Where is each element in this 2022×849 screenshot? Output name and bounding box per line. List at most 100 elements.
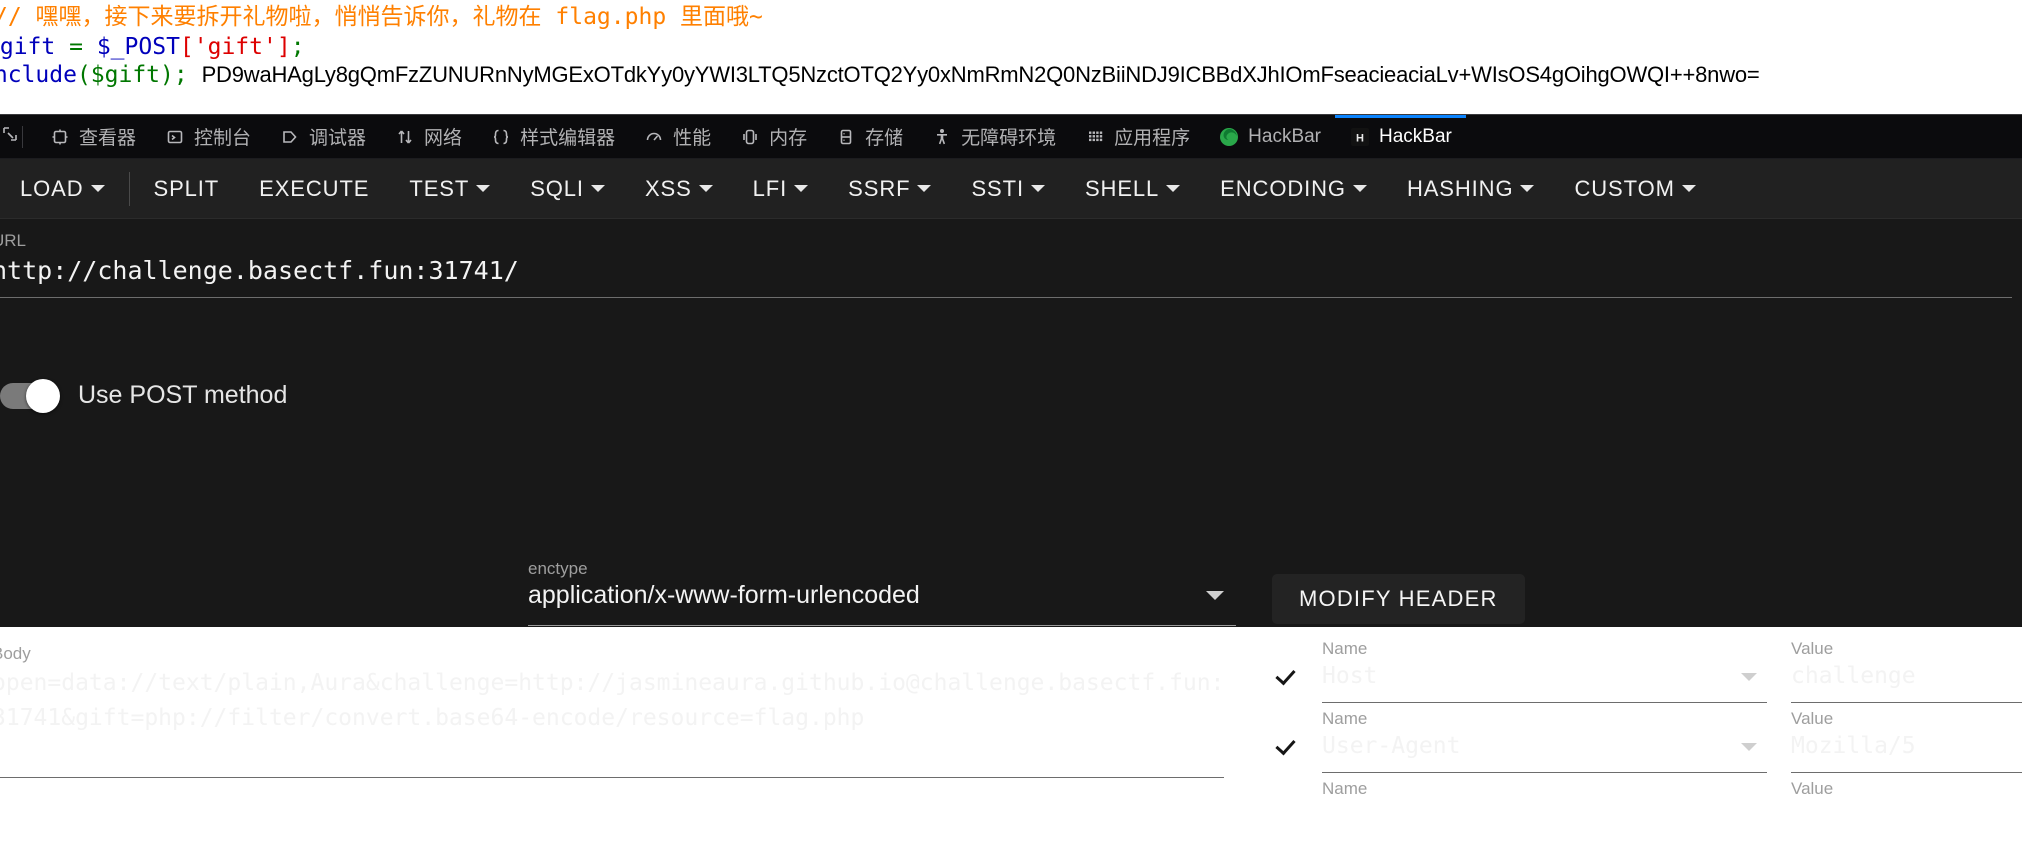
devtools-tab-firefox[interactable]: HackBar bbox=[1204, 115, 1335, 158]
header-name-label: Name bbox=[1322, 639, 1368, 658]
php-include-argument: ($gift); bbox=[76, 62, 188, 88]
devtools-tab-application[interactable]: 应用程序 bbox=[1070, 115, 1204, 158]
network-icon bbox=[394, 126, 416, 148]
use-post-method-toggle-group[interactable]: Use POST method bbox=[0, 378, 288, 413]
accessibility-icon bbox=[931, 126, 953, 148]
devtools-tab-hackbar[interactable]: H HackBar bbox=[1335, 115, 1466, 158]
devtools-tab-storage[interactable]: 存储 bbox=[821, 115, 917, 158]
header-value-input[interactable]: Mozilla/5 bbox=[1791, 733, 2022, 765]
header-value-label: Value bbox=[1791, 709, 1834, 728]
php-comment-text: // 嘿嘿，接下来要拆开礼物啦，悄悄告诉你，礼物在 flag.php 里面哦~ bbox=[0, 4, 763, 30]
chevron-down-icon[interactable] bbox=[698, 185, 713, 192]
header-value-column: Value Mozilla/5 bbox=[1791, 709, 2022, 773]
style-editor-icon bbox=[490, 126, 512, 148]
chevron-down-icon[interactable] bbox=[917, 185, 932, 192]
header-enabled-checkbox[interactable] bbox=[1272, 663, 1298, 689]
devtools-tab-performance[interactable]: 性能 bbox=[629, 115, 725, 158]
chevron-down-icon[interactable] bbox=[1741, 743, 1757, 751]
element-picker-icon[interactable] bbox=[0, 124, 20, 149]
header-row: Name Host Value challenge bbox=[1272, 639, 2022, 709]
php-comment-line: // 嘿嘿，接下来要拆开礼物啦，悄悄告诉你，礼物在 flag.php 里面哦~ bbox=[0, 4, 763, 30]
url-input[interactable]: http://challenge.basectf.fun:31741/ bbox=[0, 253, 2012, 293]
php-array-key-gift: ['gift'] bbox=[179, 34, 291, 60]
base64-output-text: PD9waHAgLy8gQmFzZUNURnNyMGExOTdkYy0yYWI3… bbox=[201, 62, 1760, 87]
chevron-down-icon[interactable] bbox=[90, 185, 105, 192]
devtools-tab-memory[interactable]: 内存 bbox=[725, 115, 821, 158]
header-name-label: Name bbox=[1322, 779, 1368, 798]
performance-icon bbox=[643, 126, 665, 148]
hackbar-menu-encoding[interactable]: ENCODING bbox=[1200, 159, 1387, 218]
header-value-input[interactable]: challenge bbox=[1791, 663, 2022, 695]
php-include-keyword: include bbox=[0, 62, 77, 88]
devtools-tab-label: HackBar bbox=[1379, 125, 1452, 147]
devtools-tabstrip: 查看器 控制台 调试器 网络 样式编辑器 性能 内存 存储 无障碍环境 应用程序 HackBar H H… bbox=[0, 115, 2022, 159]
use-post-method-switch[interactable] bbox=[0, 378, 60, 413]
hackbar-menu-xss[interactable]: XSS bbox=[625, 159, 733, 218]
php-assignment-line: $gift = $_POST['gift']; bbox=[0, 34, 305, 60]
hackbar-menu-shell[interactable]: SHELL bbox=[1065, 159, 1200, 218]
devtools-tab-style-editor[interactable]: 样式编辑器 bbox=[476, 115, 629, 158]
hackbar-menu-custom[interactable]: CUSTOM bbox=[1554, 159, 1715, 218]
inspector-icon bbox=[49, 126, 71, 148]
chevron-down-icon[interactable] bbox=[1352, 185, 1367, 192]
hackbar-menu-sqli[interactable]: SQLI bbox=[510, 159, 625, 218]
menubar-divider bbox=[128, 171, 130, 206]
hackbar-menu-label: XSS bbox=[644, 175, 692, 201]
hackbar-menu-hashing[interactable]: HASHING bbox=[1387, 159, 1555, 218]
chevron-down-icon[interactable] bbox=[590, 185, 605, 192]
devtools-tab-inspector[interactable]: 查看器 bbox=[35, 115, 150, 158]
chevron-down-icon[interactable] bbox=[1681, 185, 1696, 192]
hackbar-menu-split[interactable]: SPLIT bbox=[134, 159, 240, 218]
debugger-icon bbox=[279, 126, 301, 148]
application-icon bbox=[1084, 126, 1106, 148]
devtools-tab-label: 存储 bbox=[865, 128, 904, 149]
chevron-down-icon[interactable] bbox=[1741, 673, 1757, 681]
hackbar-menubar: LOAD SPLIT EXECUTE TEST SQLI XSS LFI SSRF SSTI SH… bbox=[0, 159, 2022, 219]
header-enabled-checkbox[interactable] bbox=[1272, 733, 1298, 759]
hackbar-menu-label: SSTI bbox=[971, 175, 1024, 201]
hackbar-menu-ssrf[interactable]: SSRF bbox=[828, 159, 951, 218]
hackbar-menu-label: HASHING bbox=[1406, 175, 1514, 201]
devtools-tab-label: 内存 bbox=[769, 128, 808, 149]
devtools-tab-debugger[interactable]: 调试器 bbox=[265, 115, 380, 158]
web-page-content: // 嘿嘿，接下来要拆开礼物啦，悄悄告诉你，礼物在 flag.php 里面哦~ … bbox=[0, 0, 2022, 114]
devtools-tab-accessibility[interactable]: 无障碍环境 bbox=[917, 115, 1070, 158]
devtools-tab-label: 控制台 bbox=[194, 128, 252, 149]
hackbar-menu-ssti[interactable]: SSTI bbox=[951, 159, 1065, 218]
chevron-down-icon[interactable] bbox=[476, 185, 491, 192]
hackbar-menu-load[interactable]: LOAD bbox=[0, 159, 125, 218]
enctype-select-value[interactable]: application/x-www-form-urlencoded bbox=[528, 581, 920, 610]
hackbar-menu-test[interactable]: TEST bbox=[389, 159, 510, 218]
header-name-column: Name User-Agent bbox=[1322, 709, 1767, 773]
body-textarea[interactable]: open=data://text/plain,Aura&challenge=ht… bbox=[0, 666, 1228, 736]
header-name-input[interactable]: Host bbox=[1322, 663, 1767, 695]
hackbar-menu-label: EXECUTE bbox=[259, 175, 370, 201]
header-name-underline bbox=[1322, 702, 1767, 703]
console-icon bbox=[164, 126, 186, 148]
header-name-input[interactable]: User-Agent bbox=[1322, 733, 1767, 765]
devtools-panel: 查看器 控制台 调试器 网络 样式编辑器 性能 内存 存储 无障碍环境 应用程序 HackBar H H… bbox=[0, 114, 2022, 798]
chevron-down-icon[interactable] bbox=[794, 185, 809, 192]
devtools-tab-label: 网络 bbox=[424, 128, 463, 149]
php-semicolon: ; bbox=[290, 34, 305, 60]
header-name-column: Name bbox=[1322, 779, 1767, 843]
chevron-down-icon[interactable] bbox=[1030, 185, 1045, 192]
hackbar-menu-execute[interactable]: EXECUTE bbox=[239, 159, 389, 218]
enctype-label: enctype bbox=[528, 559, 588, 578]
hackbar-menu-label: SQLI bbox=[530, 175, 584, 201]
chevron-down-icon[interactable] bbox=[1520, 185, 1535, 192]
hackbar-menu-lfi[interactable]: LFI bbox=[733, 159, 829, 218]
use-post-method-label: Use POST method bbox=[78, 381, 288, 409]
devtools-picker-group[interactable] bbox=[0, 115, 35, 158]
devtools-tab-network[interactable]: 网络 bbox=[380, 115, 476, 158]
chevron-down-icon[interactable] bbox=[1206, 591, 1224, 600]
hackbar-menu-label: CUSTOM bbox=[1574, 175, 1675, 201]
url-label: URL bbox=[0, 231, 27, 250]
header-value-underline bbox=[1791, 702, 2022, 703]
header-value-column: Value bbox=[1791, 779, 2022, 843]
tabstrip-divider bbox=[22, 125, 23, 148]
header-value-label: Value bbox=[1791, 639, 1834, 658]
modify-header-button[interactable]: MODIFY HEADER bbox=[1272, 574, 1525, 624]
chevron-down-icon[interactable] bbox=[1166, 185, 1181, 192]
devtools-tab-console[interactable]: 控制台 bbox=[150, 115, 265, 158]
